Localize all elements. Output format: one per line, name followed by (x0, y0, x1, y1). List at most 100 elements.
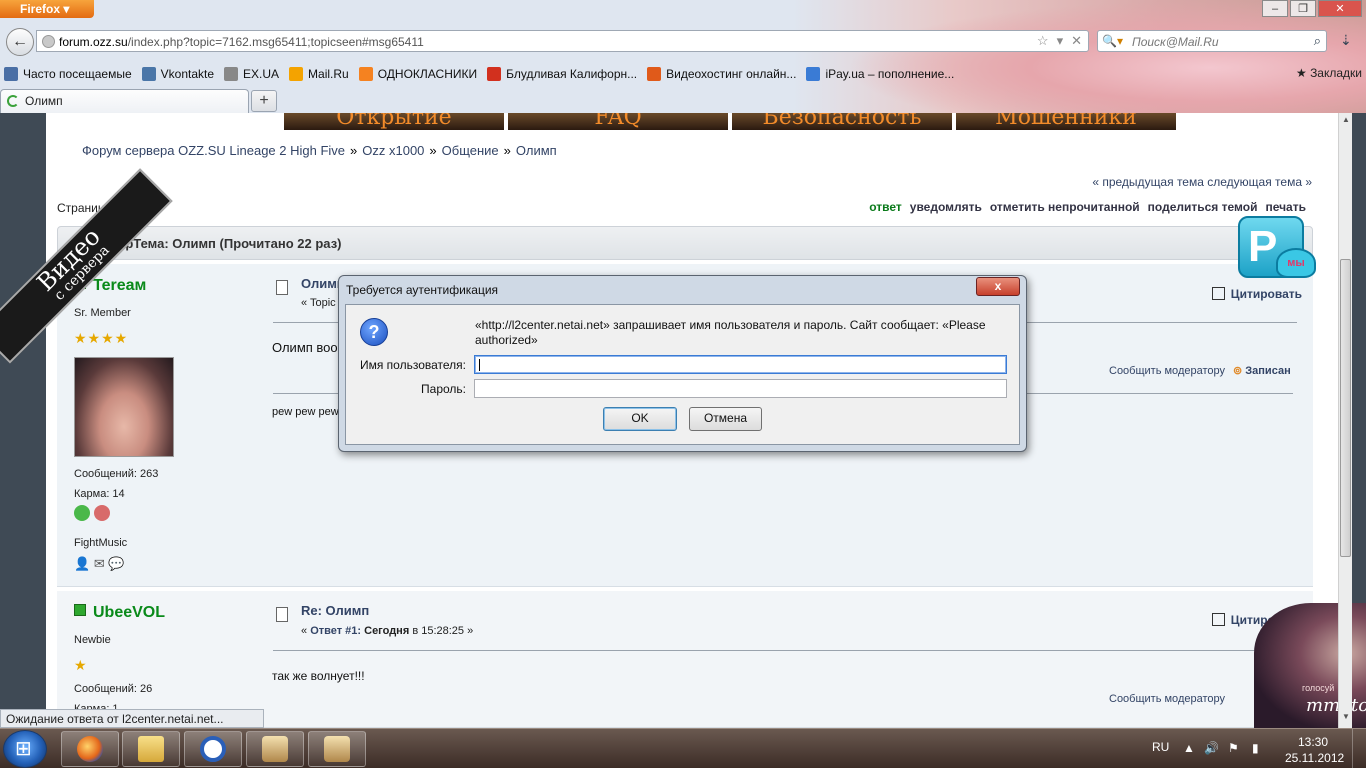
pepper-icon (487, 67, 502, 81)
bookmark-item[interactable]: EX.UA (224, 67, 279, 81)
banner-link-faq[interactable]: FAQ (508, 113, 728, 130)
report-moderator-link[interactable]: Сообщить модератору (1109, 693, 1225, 705)
show-desktop-button[interactable] (1352, 729, 1366, 768)
post-title-link[interactable]: Re: Олимп (301, 603, 369, 618)
scroll-down-icon[interactable]: ▼ (1339, 712, 1353, 726)
username-field[interactable] (474, 355, 1007, 374)
notify-button[interactable]: уведомлять (910, 200, 982, 214)
post-author-link[interactable]: UbeeVOL (74, 604, 165, 622)
tab-title: Олимп (25, 94, 63, 108)
game-icon (262, 736, 288, 762)
bookmark-item[interactable]: Mail.Ru (289, 67, 349, 81)
new-tab-button[interactable]: + (251, 90, 277, 112)
taskbar-app[interactable] (184, 731, 242, 767)
search-engine-icon[interactable]: 🔍▾ (1102, 34, 1124, 48)
taskbar-game-2[interactable] (308, 731, 366, 767)
author-signature-title: FightMusic (74, 537, 128, 549)
action-center-icon[interactable]: ⚑ (1228, 741, 1239, 755)
post-body: так же волнует!!! (272, 669, 365, 683)
volume-icon[interactable]: 🔊 (1204, 741, 1219, 755)
minimize-icon[interactable]: – (1262, 0, 1288, 17)
banner-link-scammers[interactable]: Мошенники (956, 113, 1176, 130)
pmy-badge[interactable]: P мы (1238, 216, 1318, 286)
bookmark-item[interactable]: iPay.ua – пополнение... (806, 67, 954, 81)
arrow-left-icon: ← (12, 33, 28, 50)
signature-text: pew pew pew (272, 406, 339, 418)
history-dropdown-icon[interactable]: ▾ (1057, 33, 1064, 49)
language-indicator[interactable]: RU (1152, 740, 1169, 754)
rank-stars-icon: ★ (74, 657, 88, 673)
restore-icon[interactable]: ❐ (1290, 0, 1316, 17)
scroll-up-icon[interactable]: ▲ (1339, 115, 1353, 129)
bookmark-item[interactable]: ОДНОКЛАСНИКИ (358, 67, 477, 81)
network-icon[interactable]: ▮ (1252, 741, 1259, 755)
clock-date: 25.11.2012 (1285, 751, 1345, 765)
vk-icon (141, 67, 156, 81)
close-window-icon[interactable]: ✕ (1318, 0, 1362, 17)
search-go-icon[interactable]: ⌕ (1314, 33, 1321, 49)
tray-expand-icon[interactable]: ▲ (1183, 741, 1195, 755)
quote-button[interactable]: Цитировать (1212, 287, 1302, 301)
dialog-body: ? «http://l2center.netai.net» запрашивае… (345, 304, 1020, 445)
author-post-count: Сообщений: 26 (74, 683, 153, 695)
rank-stars-icon: ★★★★ (74, 330, 129, 346)
karma-plus-icon[interactable] (74, 505, 90, 521)
reply-number-link[interactable]: Ответ #1: (310, 625, 361, 637)
firefox-menu-button[interactable]: Firefox ▾ (0, 0, 94, 18)
taskbar-game-1[interactable] (246, 731, 304, 767)
profile-icon[interactable]: 👤 (74, 556, 90, 571)
report-moderator-link[interactable]: Сообщить модератору (1109, 365, 1225, 377)
scrollbar-thumb[interactable] (1340, 259, 1351, 557)
tab-active[interactable]: Олимп (0, 89, 249, 113)
loading-spinner-icon (7, 95, 19, 107)
topic-navigation[interactable]: « предыдущая тема следующая тема » (1092, 175, 1312, 189)
post-icon (276, 607, 288, 622)
url-bar[interactable]: forum.ozz.su/index.php?topic=7162.msg654… (36, 30, 1089, 52)
post-body: Олимп воо (272, 340, 338, 355)
share-topic-button[interactable]: поделиться темой (1148, 200, 1258, 214)
password-field[interactable] (474, 379, 1007, 398)
mark-unread-button[interactable]: отметить непрочитанной (990, 200, 1140, 214)
bookmarks-star-icon: ★ (1295, 66, 1307, 80)
banner-link-security[interactable]: Безопасность (732, 113, 952, 130)
exua-icon (224, 67, 239, 81)
taskbar-firefox[interactable] (61, 731, 119, 767)
reply-button[interactable]: ответ (869, 200, 902, 214)
downloads-icon[interactable]: ⇣ (1340, 32, 1352, 49)
start-button[interactable] (3, 730, 47, 768)
bookmark-item[interactable]: Часто посещаемые (4, 67, 132, 81)
password-label: Пароль: (421, 382, 466, 396)
dialog-close-button[interactable]: x (976, 277, 1020, 296)
bookmark-item[interactable]: Vkontakte (141, 67, 214, 81)
search-placeholder: Поиск@Mail.Ru (1132, 35, 1219, 49)
author-rank: Newbie (74, 634, 111, 646)
search-bar[interactable]: 🔍▾ Поиск@Mail.Ru ⌕ (1097, 30, 1327, 52)
post-meta: « Ответ #1: Сегодня в 15:28:25 » (301, 625, 474, 637)
topic-header-bar: АвторТема: Олимп (Прочитано 22 раз) (57, 226, 1313, 260)
cancel-button[interactable]: Отмена (689, 407, 762, 431)
breadcrumb-forum[interactable]: Форум сервера OZZ.SU Lineage 2 High Five (82, 143, 345, 158)
vertical-scrollbar[interactable]: ▲ ▼ (1338, 113, 1352, 728)
breadcrumb-server[interactable]: Ozz x1000 (362, 143, 424, 158)
clock-time: 13:30 (1297, 735, 1329, 749)
breadcrumb-topic[interactable]: Олимп (516, 143, 557, 158)
bookmark-star-icon[interactable]: ☆ (1037, 33, 1049, 49)
print-button[interactable]: печать (1265, 200, 1306, 214)
rss-icon: ⊚ (1233, 365, 1243, 377)
breadcrumb-board[interactable]: Общение (442, 143, 499, 158)
back-button[interactable]: ← (6, 28, 34, 56)
bookmark-item[interactable]: Блудливая Калифорн... (487, 67, 637, 81)
bookmarks-menu[interactable]: ★ Закладки (1296, 66, 1362, 80)
personal-message-icon[interactable]: 💬 (108, 556, 124, 571)
karma-minus-icon[interactable] (94, 505, 110, 521)
banner-link-opening[interactable]: Открытие (284, 113, 504, 130)
bookmark-item[interactable]: Видеохостинг онлайн... (647, 67, 796, 81)
email-icon[interactable]: ✉ (94, 556, 105, 571)
site-identity-icon[interactable] (42, 35, 55, 48)
clock[interactable]: 13:30 25.11.2012 (1285, 734, 1345, 766)
dialog-message: «http://l2center.netai.net» запрашивает … (475, 318, 986, 347)
url-text: forum.ozz.su/index.php?topic=7162.msg654… (59, 35, 424, 49)
ok-button[interactable]: OK (603, 407, 677, 431)
taskbar-explorer[interactable] (122, 731, 180, 767)
stop-icon[interactable]: ✕ (1071, 33, 1082, 49)
